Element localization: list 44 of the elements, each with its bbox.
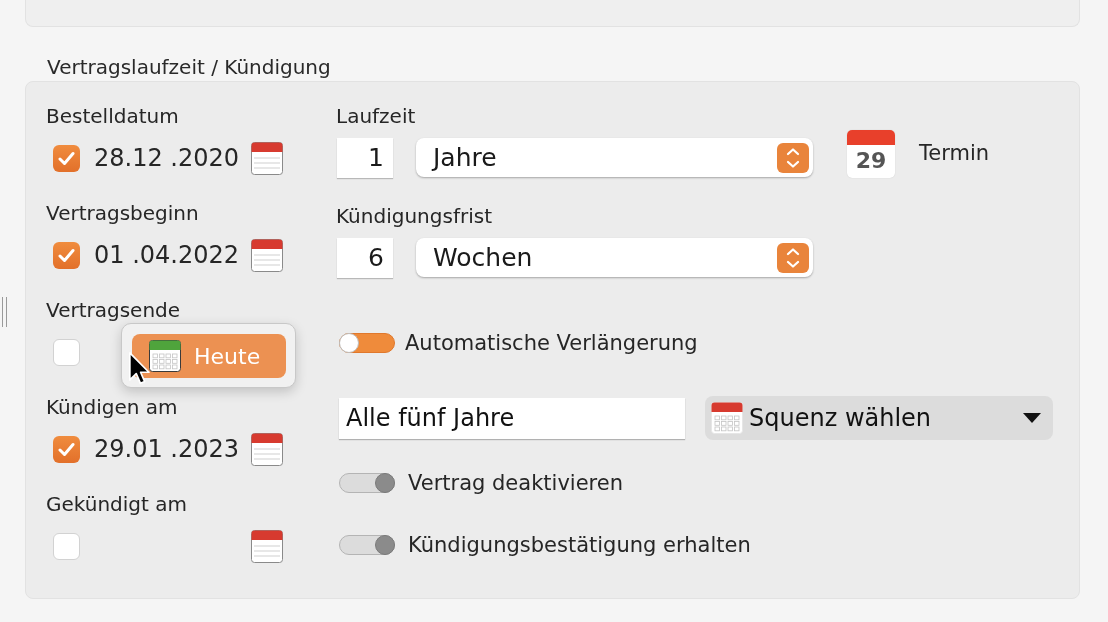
termin-label: Termin [919, 141, 990, 165]
checkmark-icon [58, 150, 75, 166]
field-label: Kündigungsfrist [336, 204, 493, 228]
field-label: Gekündigt am [46, 492, 188, 516]
field-label: Vertragsende [46, 298, 182, 322]
calendar-icon [711, 402, 743, 434]
calendar-icon [149, 340, 181, 372]
date-field[interactable]: 01 .04.2022 [94, 240, 240, 270]
checkbox[interactable] [53, 241, 80, 269]
stepper-icon[interactable] [777, 142, 809, 173]
checkbox[interactable] [53, 338, 80, 366]
checkbox[interactable] [53, 532, 80, 560]
toggle-switch[interactable] [339, 333, 395, 353]
dropdown-triangle-icon [1023, 413, 1041, 423]
text-field[interactable]: Alle fünf Jahre [339, 397, 685, 439]
section-title: Vertragslaufzeit / Kündigung [47, 55, 332, 79]
toggle-label: Vertrag deaktivieren [408, 471, 623, 495]
checkbox[interactable] [53, 435, 80, 463]
toggle-label: Kündigungsbestätigung erhalten [408, 533, 751, 557]
date-field[interactable]: 29.01 .2023 [94, 434, 240, 464]
stepper-icon[interactable] [777, 242, 809, 273]
number-field[interactable]: 6 [337, 238, 393, 278]
checkmark-icon [58, 441, 75, 457]
splitter-handle[interactable] [2, 297, 7, 327]
toggle-switch[interactable] [339, 473, 395, 493]
field-label: Bestelldatum [46, 104, 180, 128]
toggle-switch[interactable] [339, 535, 395, 555]
unit-select[interactable]: Wochen [416, 238, 813, 277]
calendar-date-badge[interactable]: 29 [847, 130, 895, 178]
calendar-icon[interactable] [251, 141, 283, 175]
field-label: Kündigen am [46, 395, 179, 419]
date-field[interactable]: 28.12 .2020 [94, 143, 240, 173]
unit-select[interactable]: Jahre [416, 138, 813, 177]
calendar-icon[interactable] [251, 432, 283, 466]
toggle-label: Automatische Verlängerung [405, 331, 698, 355]
field-label: Vertragsbeginn [46, 201, 200, 225]
number-field[interactable]: 1 [337, 138, 393, 178]
field-label: Laufzeit [336, 104, 417, 128]
checkbox[interactable] [53, 144, 80, 172]
calendar-icon[interactable] [251, 238, 283, 272]
mouse-pointer-icon [128, 351, 151, 386]
checkmark-icon [58, 247, 75, 263]
sequence-popup-button[interactable]: Squenz wählen [705, 396, 1053, 440]
calendar-icon[interactable] [251, 529, 283, 563]
